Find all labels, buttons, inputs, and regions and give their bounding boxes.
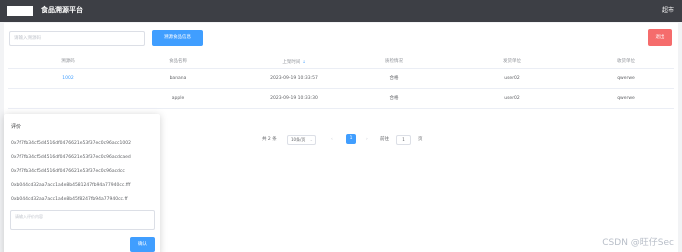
column-header-time[interactable]: 上架时间 ↓ — [282, 55, 305, 70]
page-suffix: 页 — [418, 137, 423, 142]
cell-name: apple — [171, 96, 185, 101]
hash-line: 0xb044cd32aa7acc1a4e8b45f8247fb94a77940c… — [11, 197, 128, 202]
popover-title: 评价 — [11, 124, 22, 130]
page-size-select[interactable]: 10条/页 ⌄ — [287, 135, 316, 145]
table-row: apple 2023-09-19 10:33:30 合格 user02 qwer… — [8, 89, 674, 109]
query-button[interactable]: 溯源食品信息 — [152, 30, 203, 46]
chevron-down-icon: ⌄ — [309, 137, 313, 142]
review-popover: 评价 0x7f7fb34cf5d4516df0476621e53f37ec0c9… — [4, 114, 160, 252]
column-header-code: 溯源码 — [61, 59, 75, 64]
hash-line: 0xb044cd32aa7acc1a4e8b4581247fb94a77940c… — [11, 183, 131, 188]
app-title: 食品溯源平台 — [41, 6, 83, 14]
column-header-receiver: 收货单位 — [617, 59, 635, 64]
logout-button[interactable]: 退出 — [648, 29, 672, 46]
top-bar: 食品溯源平台 超市 — [0, 0, 682, 22]
pagination-total: 共 2 条 — [262, 137, 277, 142]
cell-quality: 合格 — [389, 96, 399, 101]
sort-desc-icon[interactable]: ↓ — [302, 59, 305, 64]
goto-label: 前往 — [380, 137, 389, 142]
goto-page-input[interactable]: 1 — [396, 135, 411, 145]
column-header-name: 食品名称 — [169, 59, 187, 64]
column-header-quality: 质检情况 — [385, 59, 403, 64]
main-content: 溯源食品信息 退出 溯源码 食品名称 上架时间↓ 质检情况 发货单位 收货单位 … — [4, 23, 678, 252]
user-menu[interactable]: 超市 — [662, 5, 674, 16]
table-header: 溯源码 食品名称 上架时间 ↓ 质检情况 发货单位 收货单位 — [8, 55, 674, 69]
next-page-icon[interactable]: › — [366, 134, 368, 146]
cell-sender: user02 — [504, 76, 520, 81]
page-number-current[interactable]: 1 — [346, 134, 356, 144]
watermark: CSDN @旺仔Sec — [602, 238, 674, 248]
cell-receiver: qwerwe — [617, 76, 635, 81]
comment-textarea[interactable] — [10, 210, 155, 230]
cell-receiver: qwerwe — [617, 96, 635, 101]
hash-line: 0x7f7fb34cf5d4516df0476621e53f37ec0c96ac… — [11, 155, 131, 160]
cell-time: 2023-09-19 10:33:57 — [270, 76, 318, 81]
page-size-value: 10条/页 — [291, 137, 306, 142]
cell-sender: user02 — [504, 96, 520, 101]
confirm-button[interactable]: 确认 — [130, 237, 155, 252]
cell-code[interactable]: 1002 — [62, 69, 73, 89]
data-table: 溯源码 食品名称 上架时间 ↓ 质检情况 发货单位 收货单位 1002 banan… — [8, 55, 674, 109]
hash-line: 0x7f7fb34cf5d4516df0476621e53f37ec0c96ac… — [11, 169, 125, 174]
search-input[interactable] — [9, 31, 145, 46]
logo — [7, 6, 33, 16]
cell-time: 2023-09-19 10:33:30 — [270, 96, 318, 101]
column-header-time-label: 上架时间 — [282, 60, 301, 65]
prev-page-icon[interactable]: ‹ — [331, 134, 333, 146]
cell-quality: 合格 — [389, 76, 399, 81]
hash-line: 0x7f7fb34cf5d4516df0476621e53f37ec0c96ac… — [11, 141, 131, 146]
table-row: 1002 banana 2023-09-19 10:33:57 合格 user0… — [8, 69, 674, 89]
cell-name: banana — [169, 76, 187, 81]
column-header-sender: 发货单位 — [503, 59, 521, 64]
